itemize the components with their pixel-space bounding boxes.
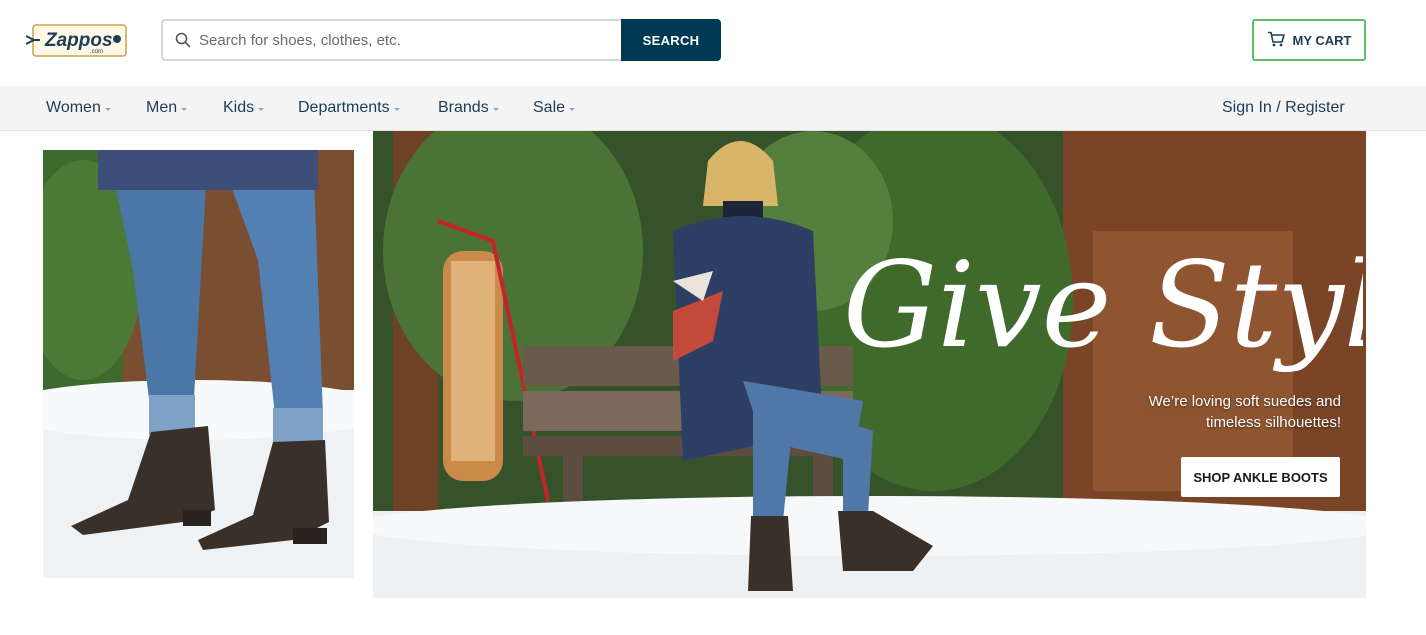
nav-item-brands[interactable]: Brands — [438, 86, 499, 130]
nav-item-kids[interactable]: Kids — [223, 86, 265, 130]
nav-item-label: Sale — [533, 99, 566, 116]
hero-banner[interactable]: Give Style We’re loving soft suedes and … — [373, 131, 1366, 598]
main-nav: Women Men Kids Departments Brands Sale S… — [0, 86, 1426, 131]
nav-item-label: Men — [146, 99, 178, 116]
search-input[interactable] — [199, 21, 609, 59]
svg-text:Zappos: Zappos — [44, 30, 113, 51]
search-field-wrapper — [161, 19, 621, 61]
nav-item-sale[interactable]: Sale — [533, 86, 576, 130]
site-header: Zappos .com SEARCH MY CART — [0, 0, 1426, 86]
nav-item-men[interactable]: Men — [146, 86, 188, 130]
search-icon — [175, 32, 191, 48]
boots-illustration — [43, 150, 354, 578]
ankle-boots-promo-image[interactable] — [43, 150, 354, 578]
cart-icon — [1267, 31, 1285, 50]
hero-heading-script: Give Style — [843, 236, 1366, 374]
hero-subtext-line-1: We’re loving soft suedes and — [1148, 393, 1341, 410]
nav-item-departments[interactable]: Departments — [298, 86, 400, 130]
hero-heading: Give Style — [843, 191, 1366, 381]
chevron-down-icon — [181, 107, 188, 111]
svg-text:.com: .com — [90, 49, 103, 55]
nav-item-label: Women — [46, 99, 101, 116]
chevron-down-icon — [569, 107, 576, 111]
chevron-down-icon — [104, 107, 111, 111]
my-cart-button[interactable]: MY CART — [1252, 19, 1366, 61]
nav-item-women[interactable]: Women — [46, 86, 111, 130]
hero-subtext: We’re loving soft suedes and timeless si… — [1073, 391, 1341, 433]
hero-subtext-line-2: timeless silhouettes! — [1205, 414, 1341, 431]
sign-in-register-link[interactable]: Sign In / Register — [1222, 86, 1345, 130]
search-button[interactable]: SEARCH — [621, 19, 721, 61]
nav-item-label: Kids — [223, 99, 255, 116]
chevron-down-icon — [258, 107, 265, 111]
chevron-down-icon — [492, 107, 499, 111]
shop-ankle-boots-button[interactable]: SHOP ANKLE BOOTS — [1181, 457, 1340, 497]
zappos-logo[interactable]: Zappos .com — [24, 22, 129, 59]
cart-label: MY CART — [1292, 32, 1352, 48]
svg-text:Give Style: Give Style — [843, 236, 1363, 374]
nav-item-label: Departments — [298, 99, 390, 116]
zappos-logo-mark: Zappos .com — [25, 24, 127, 57]
search-bar: SEARCH — [161, 19, 721, 61]
chevron-down-icon — [393, 107, 400, 111]
nav-item-label: Brands — [438, 99, 489, 116]
